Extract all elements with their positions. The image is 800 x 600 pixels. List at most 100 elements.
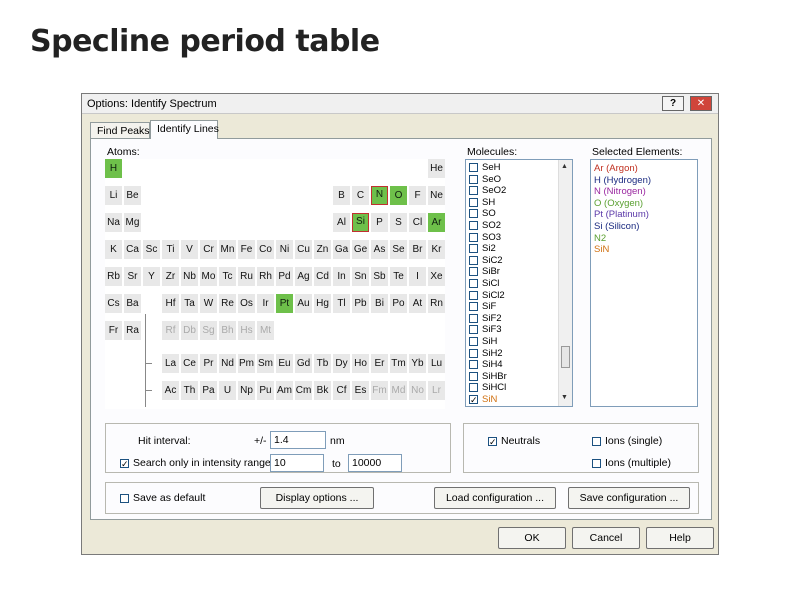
element-cu[interactable]: Cu bbox=[295, 240, 312, 259]
selected-element-item[interactable]: SiN bbox=[594, 244, 609, 255]
element-se[interactable]: Se bbox=[390, 240, 407, 259]
molecule-checkbox[interactable] bbox=[469, 186, 478, 196]
element-as[interactable]: As bbox=[371, 240, 388, 259]
molecule-checkbox[interactable] bbox=[469, 220, 478, 230]
molecule-item[interactable]: SiC2 bbox=[469, 255, 503, 266]
molecule-checkbox[interactable] bbox=[469, 302, 478, 312]
element-u[interactable]: U bbox=[219, 381, 236, 400]
element-xe[interactable]: Xe bbox=[428, 267, 445, 286]
element-pu[interactable]: Pu bbox=[257, 381, 274, 400]
element-yb[interactable]: Yb bbox=[409, 354, 426, 373]
selected-element-item[interactable]: O (Oxygen) bbox=[594, 198, 643, 209]
element-pb[interactable]: Pb bbox=[352, 294, 369, 313]
range-to-input[interactable]: 10000 bbox=[348, 454, 402, 472]
element-la[interactable]: La bbox=[162, 354, 179, 373]
ok-button[interactable]: OK bbox=[498, 527, 566, 549]
element-cl[interactable]: Cl bbox=[409, 213, 426, 232]
cancel-button[interactable]: Cancel bbox=[572, 527, 640, 549]
element-k[interactable]: K bbox=[105, 240, 122, 259]
molecule-item[interactable]: SiH2 bbox=[469, 348, 503, 359]
element-er[interactable]: Er bbox=[371, 354, 388, 373]
element-nb[interactable]: Nb bbox=[181, 267, 198, 286]
molecule-checkbox[interactable] bbox=[469, 255, 478, 265]
molecule-item[interactable]: SeO2 bbox=[469, 185, 506, 196]
element-o[interactable]: O bbox=[390, 186, 407, 205]
element-ag[interactable]: Ag bbox=[295, 267, 312, 286]
element-pr[interactable]: Pr bbox=[200, 354, 217, 373]
element-ga[interactable]: Ga bbox=[333, 240, 350, 259]
element-rh[interactable]: Rh bbox=[257, 267, 274, 286]
element-cd[interactable]: Cd bbox=[314, 267, 331, 286]
element-w[interactable]: W bbox=[200, 294, 217, 313]
element-br[interactable]: Br bbox=[409, 240, 426, 259]
molecule-item[interactable]: SO bbox=[469, 208, 496, 219]
molecule-checkbox[interactable] bbox=[469, 383, 478, 393]
element-eu[interactable]: Eu bbox=[276, 354, 293, 373]
element-fe[interactable]: Fe bbox=[238, 240, 255, 259]
molecule-checkbox[interactable] bbox=[469, 197, 478, 207]
molecule-checkbox[interactable] bbox=[469, 232, 478, 242]
save-default-row[interactable]: Save as default bbox=[120, 492, 205, 504]
molecule-item[interactable]: Si2 bbox=[469, 243, 496, 254]
selected-element-item[interactable]: H (Hydrogen) bbox=[594, 175, 651, 186]
element-sc[interactable]: Sc bbox=[143, 240, 160, 259]
element-sr[interactable]: Sr bbox=[124, 267, 141, 286]
molecule-checkbox[interactable] bbox=[469, 278, 478, 288]
element-ba[interactable]: Ba bbox=[124, 294, 141, 313]
scroll-down-icon[interactable]: ▼ bbox=[561, 394, 568, 401]
element-cf[interactable]: Cf bbox=[333, 381, 350, 400]
selected-element-item[interactable]: N2 bbox=[594, 233, 606, 244]
selected-element-item[interactable]: Ar (Argon) bbox=[594, 163, 638, 174]
molecule-item[interactable]: SeH bbox=[469, 162, 500, 173]
selected-element-item[interactable]: N (Nitrogen) bbox=[594, 186, 646, 197]
element-pt[interactable]: Pt bbox=[276, 294, 293, 313]
intensity-range-checkbox-row[interactable]: ✓ Search only in intensity range bbox=[120, 457, 271, 469]
element-cr[interactable]: Cr bbox=[200, 240, 217, 259]
molecule-checkbox[interactable] bbox=[469, 336, 478, 346]
element-ta[interactable]: Ta bbox=[181, 294, 198, 313]
element-i[interactable]: I bbox=[409, 267, 426, 286]
element-ni[interactable]: Ni bbox=[276, 240, 293, 259]
molecule-item[interactable]: SiBr bbox=[469, 266, 500, 277]
element-f[interactable]: F bbox=[409, 186, 426, 205]
element-s[interactable]: S bbox=[390, 213, 407, 232]
element-zr[interactable]: Zr bbox=[162, 267, 179, 286]
scroll-thumb[interactable] bbox=[561, 346, 570, 368]
element-lu[interactable]: Lu bbox=[428, 354, 445, 373]
element-es[interactable]: Es bbox=[352, 381, 369, 400]
element-y[interactable]: Y bbox=[143, 267, 160, 286]
molecules-list[interactable]: ✓ SiN SiHCl SiHBr SiH4 SiH2 SiH SiF3 SiF2 SiF SiCl… bbox=[465, 159, 573, 407]
element-tm[interactable]: Tm bbox=[390, 354, 407, 373]
element-pa[interactable]: Pa bbox=[200, 381, 217, 400]
molecules-scrollbar[interactable]: ▲ ▼ bbox=[558, 160, 572, 406]
molecule-checkbox[interactable] bbox=[469, 360, 478, 370]
element-si[interactable]: Si bbox=[352, 213, 369, 232]
element-bk[interactable]: Bk bbox=[314, 381, 331, 400]
element-tl[interactable]: Tl bbox=[333, 294, 350, 313]
molecule-item[interactable]: SiH bbox=[469, 336, 497, 347]
element-al[interactable]: Al bbox=[333, 213, 350, 232]
scroll-up-icon[interactable]: ▲ bbox=[561, 163, 568, 170]
selected-element-item[interactable]: Si (Silicon) bbox=[594, 221, 639, 232]
element-sb[interactable]: Sb bbox=[371, 267, 388, 286]
element-ne[interactable]: Ne bbox=[428, 186, 445, 205]
element-ru[interactable]: Ru bbox=[238, 267, 255, 286]
molecule-checkbox[interactable] bbox=[469, 174, 478, 184]
element-am[interactable]: Am bbox=[276, 381, 293, 400]
element-pm[interactable]: Pm bbox=[238, 354, 255, 373]
tab-identify-lines[interactable]: Identify Lines bbox=[150, 120, 219, 139]
element-sn[interactable]: Sn bbox=[352, 267, 369, 286]
help-button[interactable]: Help bbox=[646, 527, 714, 549]
molecule-item[interactable]: SiHCl bbox=[469, 382, 506, 393]
help-icon[interactable]: ? bbox=[662, 96, 684, 111]
element-rn[interactable]: Rn bbox=[428, 294, 445, 313]
molecule-item[interactable]: SiF2 bbox=[469, 313, 502, 324]
molecule-item[interactable]: ✓ SiN bbox=[469, 394, 497, 405]
element-ge[interactable]: Ge bbox=[352, 240, 369, 259]
molecule-checkbox[interactable] bbox=[469, 348, 478, 358]
range-from-input[interactable]: 10 bbox=[270, 454, 324, 472]
element-os[interactable]: Os bbox=[238, 294, 255, 313]
element-np[interactable]: Np bbox=[238, 381, 255, 400]
molecule-item[interactable]: SO3 bbox=[469, 232, 501, 243]
selected-element-item[interactable]: Pt (Platinum) bbox=[594, 209, 649, 220]
